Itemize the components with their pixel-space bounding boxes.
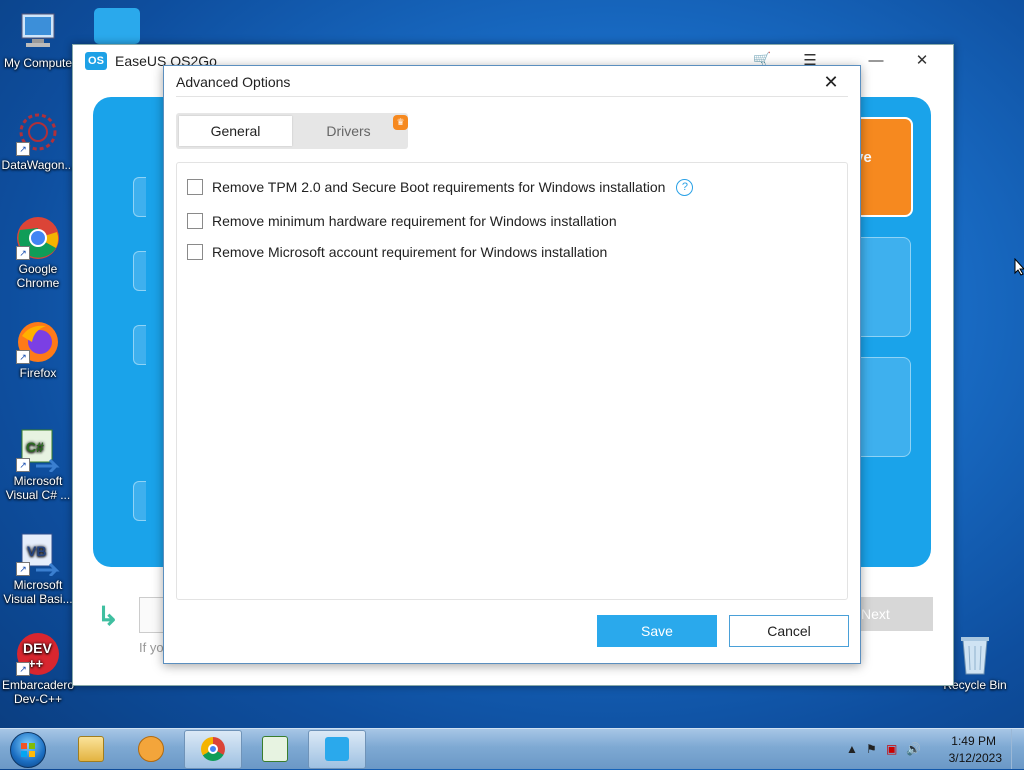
options-list: Remove TPM 2.0 and Secure Boot requireme… <box>176 162 848 600</box>
desktop-icon-devcpp[interactable]: DEV ++ ↗ Embarcadero Dev-C++ <box>0 632 76 706</box>
minimize-button[interactable]: — <box>861 49 891 73</box>
shortcut-arrow-icon: ↗ <box>16 142 30 156</box>
media-player-icon <box>138 736 164 762</box>
start-button[interactable] <box>4 729 48 769</box>
tab-general[interactable]: General <box>179 116 292 146</box>
shortcut-arrow-icon: ↗ <box>16 562 30 576</box>
desktop-icon-label: Firefox <box>19 366 57 380</box>
desktop-icon-label: My Compute <box>3 56 73 70</box>
taskbar-visual-csharp[interactable] <box>246 730 302 767</box>
divider <box>176 96 848 97</box>
save-button[interactable]: Save <box>597 615 717 647</box>
shortcut-arrow-icon: ↗ <box>16 350 30 364</box>
app-panel-stub <box>133 481 146 521</box>
desktop-icon-visual-basic[interactable]: VB ↗ Microsoft Visual Basi... <box>0 532 76 606</box>
option-label: Remove TPM 2.0 and Secure Boot requireme… <box>212 179 666 195</box>
shortcut-arrow-icon: ↗ <box>16 458 30 472</box>
devcpp-icon: DEV ++ ↗ <box>16 632 60 676</box>
option-checkbox-hardware[interactable] <box>187 213 203 229</box>
visual-csharp-icon <box>262 736 288 762</box>
app-panel-stub <box>133 325 146 365</box>
redirect-arrow-icon: ↳ <box>97 601 119 631</box>
taskbar-file-explorer[interactable] <box>62 730 118 767</box>
file-explorer-icon <box>78 736 104 762</box>
svg-text:DEV: DEV <box>23 640 52 656</box>
easeus-os2go-icon <box>325 737 349 761</box>
volume-icon[interactable]: 🔊 <box>906 742 921 756</box>
app-panel-stub <box>133 251 146 291</box>
svg-text:C#: C# <box>26 439 44 455</box>
computer-icon <box>16 10 60 54</box>
option-checkbox-tpm[interactable] <box>187 179 203 195</box>
taskbar: ▲ ⚑ ▣ 🔊 1:49 PM 3/12/2023 <box>0 728 1024 769</box>
desktop-icon-label: Microsoft Visual Basi... <box>3 578 73 606</box>
taskbar-easeus-os2go[interactable] <box>308 730 366 769</box>
taskbar-chrome[interactable] <box>184 730 242 769</box>
cancel-button[interactable]: Cancel <box>729 615 849 647</box>
shortcut-arrow-icon: ↗ <box>16 662 30 676</box>
network-icon[interactable]: ▣ <box>886 742 897 756</box>
firefox-icon: ↗ <box>16 320 60 364</box>
option-row: Remove Microsoft account requirement for… <box>187 242 607 262</box>
option-row: Remove minimum hardware requirement for … <box>187 211 617 231</box>
desktop-icon-label: Google Chrome <box>16 262 60 290</box>
svg-text:VB: VB <box>27 543 46 559</box>
close-icon[interactable]: ✕ <box>820 71 842 93</box>
action-center-icon[interactable]: ⚑ <box>866 742 877 756</box>
mouse-cursor-icon <box>1014 257 1024 279</box>
next-button[interactable]: Next <box>851 597 933 631</box>
desktop-icon-datawagon[interactable]: ↗ DataWagon... <box>0 112 76 172</box>
dialog-title: Advanced Options <box>176 74 291 90</box>
desktop-icon-label: Embarcadero Dev-C++ <box>1 678 75 706</box>
desktop-icon-easeus-partial[interactable] <box>94 8 140 44</box>
clock-date[interactable]: 3/12/2023 <box>949 751 1002 765</box>
app-panel-stub <box>133 177 146 217</box>
desktop-icon-label: DataWagon... <box>1 158 75 172</box>
desktop-icon-firefox[interactable]: ↗ Firefox <box>0 320 76 380</box>
next-button-label: Next <box>861 606 890 622</box>
option-label: Remove Microsoft account requirement for… <box>212 244 608 260</box>
show-desktop-button[interactable] <box>1011 729 1024 769</box>
recycle-bin-icon <box>953 632 997 676</box>
easeus-logo-icon: OS <box>85 52 107 70</box>
app-hint-text: If yo <box>139 640 164 655</box>
windows-logo-icon <box>10 732 46 768</box>
desktop-icon-visual-csharp[interactable]: C# ↗ Microsoft Visual C# ... <box>0 428 76 502</box>
clock-time[interactable]: 1:49 PM <box>951 734 996 748</box>
help-icon[interactable]: ? <box>676 178 694 196</box>
tab-drivers[interactable]: Drivers <box>292 116 405 146</box>
advanced-options-dialog: Advanced Options ✕ General Drivers ♛ Rem… <box>163 65 861 664</box>
option-row: Remove TPM 2.0 and Secure Boot requireme… <box>187 177 694 197</box>
shortcut-arrow-icon: ↗ <box>16 246 30 260</box>
chrome-icon <box>201 737 225 761</box>
datawagon-icon: ↗ <box>16 112 60 156</box>
desktop-icon-my-computer[interactable]: My Compute <box>0 10 76 70</box>
taskbar-media-player[interactable] <box>122 730 178 767</box>
visual-basic-icon: VB ↗ <box>16 532 60 578</box>
option-checkbox-account[interactable] <box>187 244 203 260</box>
tab-bar: General Drivers <box>176 113 408 149</box>
close-app-button[interactable]: ✕ <box>907 49 937 73</box>
system-tray: ▲ ⚑ ▣ 🔊 1:49 PM 3/12/2023 <box>834 729 1024 769</box>
show-hidden-icons-icon[interactable]: ▲ <box>846 742 858 756</box>
desktop-icon-label: Microsoft Visual C# ... <box>5 474 71 502</box>
chrome-icon: ↗ <box>16 216 60 260</box>
option-label: Remove minimum hardware requirement for … <box>212 213 617 229</box>
crown-icon: ♛ <box>393 115 408 130</box>
visual-csharp-icon: C# ↗ <box>16 428 60 474</box>
desktop-icon-chrome[interactable]: ↗ Google Chrome <box>0 216 76 290</box>
svg-text:++: ++ <box>28 656 44 671</box>
